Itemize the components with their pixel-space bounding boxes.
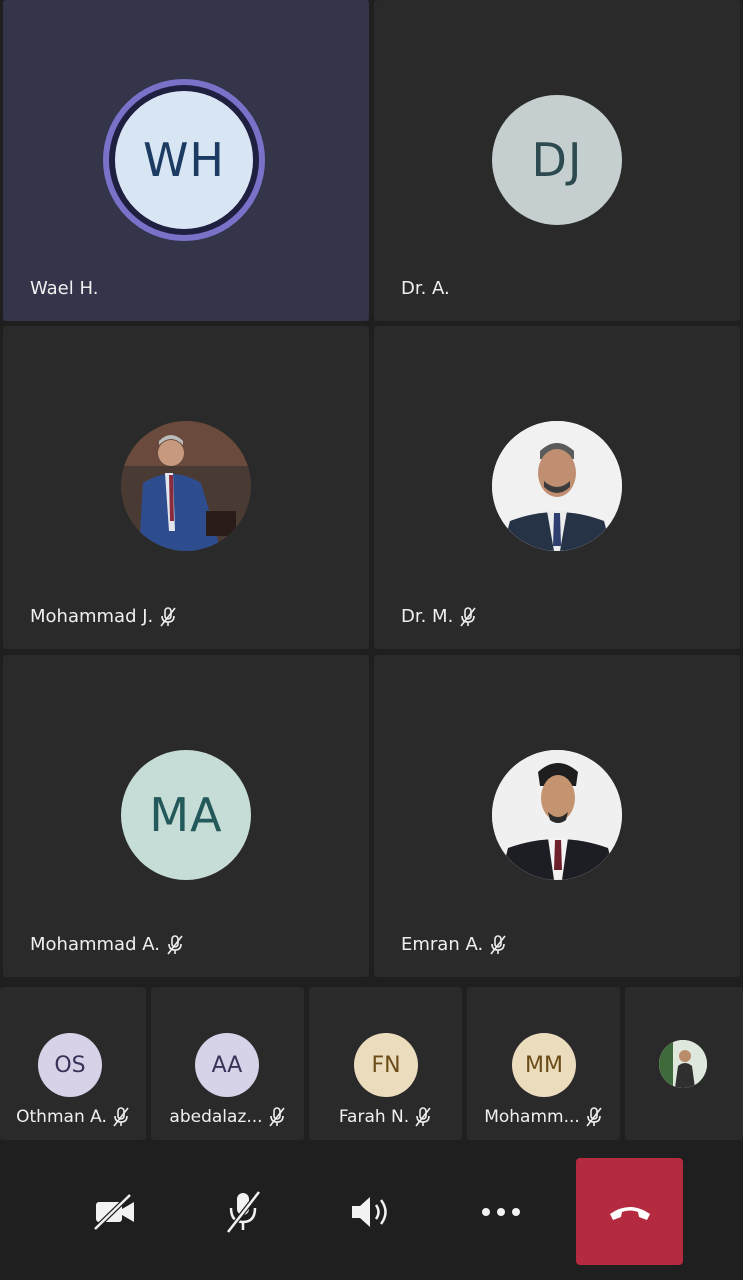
profile-photo	[492, 421, 622, 551]
participant-name: Dr. M.	[401, 606, 477, 627]
avatar	[121, 421, 251, 551]
camera-off-icon	[93, 1193, 134, 1231]
strip-tile-mohamm[interactable]: MM Mohamm...	[467, 987, 620, 1140]
strip-tile-farah[interactable]: FN Farah N.	[309, 987, 462, 1140]
more-options-button[interactable]	[461, 1175, 541, 1249]
profile-photo	[659, 1040, 707, 1088]
participant-tile-mohammad-a[interactable]: MA Mohammad A.	[3, 655, 369, 977]
call-controls-bar	[0, 1148, 743, 1280]
participant-name: Mohammad J.	[30, 606, 177, 627]
participant-name: Emran A.	[401, 934, 507, 955]
mic-toggle-button[interactable]	[203, 1175, 283, 1249]
participant-name: Dr. A.	[401, 278, 450, 299]
speaker-icon	[352, 1197, 387, 1227]
avatar: MM	[512, 1033, 576, 1097]
avatar: FN	[354, 1033, 418, 1097]
avatar: OS	[38, 1033, 102, 1097]
mic-off-icon	[113, 1107, 129, 1127]
participant-name: Mohammad A.	[30, 934, 184, 955]
profile-photo	[492, 750, 622, 880]
avatar: MA	[121, 750, 251, 880]
participant-name: Farah N.	[309, 1107, 462, 1127]
participant-tile-dr-m[interactable]: Dr. M.	[374, 326, 740, 649]
more-icon	[482, 1208, 520, 1216]
avatar: DJ	[492, 95, 622, 225]
mic-off-icon	[268, 1107, 285, 1127]
avatar	[492, 750, 622, 880]
mic-off-icon	[226, 1190, 261, 1234]
participant-name: Wael H.	[30, 278, 99, 299]
avatar: AA	[195, 1033, 259, 1097]
strip-tile-abedalaz[interactable]: AA abedalaz...	[151, 987, 304, 1140]
mic-off-icon	[160, 606, 176, 626]
participant-tile-wael[interactable]: WH Wael H.	[3, 0, 369, 321]
participant-tile-mohammad-j[interactable]: Mohammad J.	[3, 326, 369, 649]
avatar: WH	[115, 91, 253, 229]
participant-name: Othman A.	[0, 1107, 146, 1127]
strip-tile-othman[interactable]: OS Othman A.	[0, 987, 146, 1140]
mic-off-icon	[586, 1107, 602, 1127]
participant-tile-dr-a[interactable]: DJ Dr. A.	[374, 0, 740, 321]
avatar	[492, 421, 622, 551]
participant-tile-emran[interactable]: Emran A.	[374, 655, 740, 977]
profile-photo	[121, 421, 251, 551]
participant-name: abedalaz...	[151, 1107, 304, 1127]
strip-tile-photo[interactable]	[625, 987, 743, 1140]
speaker-button[interactable]	[331, 1175, 411, 1249]
mic-off-icon	[460, 606, 476, 626]
mic-off-icon	[490, 934, 506, 954]
mic-off-icon	[415, 1107, 431, 1127]
hang-up-button[interactable]	[576, 1158, 683, 1265]
mic-off-icon	[167, 934, 183, 954]
hang-up-icon	[609, 1206, 650, 1220]
avatar	[659, 1040, 707, 1088]
camera-toggle-button[interactable]	[75, 1175, 155, 1249]
participant-name: Mohamm...	[467, 1107, 620, 1127]
